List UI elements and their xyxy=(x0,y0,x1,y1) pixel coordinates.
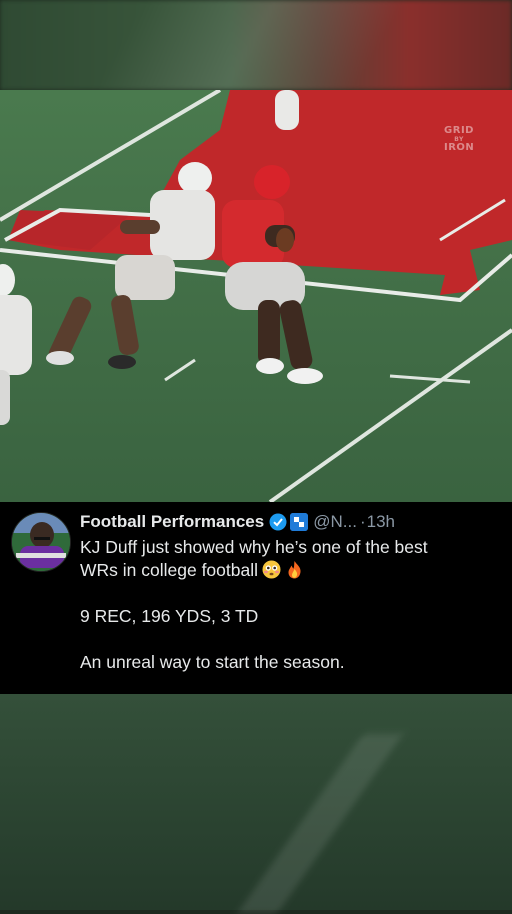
avatar[interactable] xyxy=(11,512,71,572)
author-name[interactable]: Football Performances xyxy=(80,512,264,532)
tweet-header: Football Performances @N... · 13h xyxy=(80,511,395,533)
tweet-text-line2-text: WRs in college football xyxy=(80,560,258,580)
post-time[interactable]: 13h xyxy=(367,512,395,532)
tweet-body: KJ Duff just showed why he’s one of the … xyxy=(80,536,495,674)
video-player[interactable]: GRID BY IRON xyxy=(0,90,512,502)
tweet-stat-line: 9 REC, 196 YDS, 3 TD xyxy=(80,606,259,626)
blurred-background-bottom xyxy=(0,694,512,910)
meta-separator: · xyxy=(359,512,366,531)
tweet-card[interactable]: Football Performances @N... · 13h KJ Duf… xyxy=(0,502,512,694)
affiliation-badge-icon xyxy=(290,513,309,531)
tweet-text-line1: KJ Duff just showed why he’s one of the … xyxy=(80,537,428,557)
author-handle[interactable]: @N... xyxy=(313,512,357,532)
fire-emoji-icon xyxy=(285,560,304,579)
grid-iron-watermark: GRID BY IRON xyxy=(444,125,475,153)
flushed-face-emoji-icon xyxy=(262,560,281,579)
tweet-closing-line: An unreal way to start the season. xyxy=(80,652,345,672)
football-field-frame xyxy=(0,90,512,502)
tweet-text-line2: WRs in college football xyxy=(80,559,495,582)
verified-badge-icon xyxy=(269,513,287,531)
blurred-background-top xyxy=(0,0,512,90)
avatar-image xyxy=(12,513,70,571)
